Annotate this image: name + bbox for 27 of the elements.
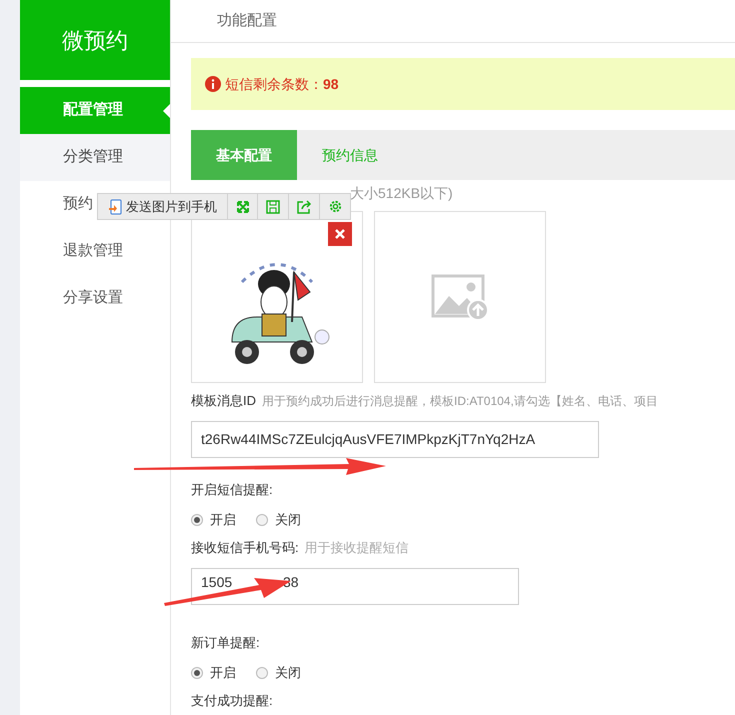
radio-option[interactable]: 开启 xyxy=(191,662,236,682)
input-field[interactable]: t26Rw44IMSc7ZEulcjqAusVFE7IMPkpzKjT7nYq2HzA xyxy=(191,420,599,458)
field-label: 支付成功提醒: xyxy=(191,692,273,710)
radio-option[interactable]: 关闭 xyxy=(256,510,301,530)
image-hint: 大小512KB以下) xyxy=(350,184,453,203)
image-upload-icon xyxy=(431,274,489,320)
field-hint: 用于预约成功后进行消息提醒，模板ID:AT0104,请勾选【姓名、电话、项目 xyxy=(262,392,658,410)
share-icon xyxy=(296,200,312,214)
info-icon xyxy=(205,76,221,92)
close-icon xyxy=(335,229,345,239)
save-icon xyxy=(266,200,280,214)
page-title: 功能配置 xyxy=(217,10,277,31)
expand-icon xyxy=(236,200,248,212)
sms-remaining-text: 短信剩余条数：98 xyxy=(225,74,339,94)
app-logo: 微预约 xyxy=(20,0,170,80)
radio-option[interactable]: 关闭 xyxy=(256,662,301,682)
settings-icon xyxy=(328,199,342,214)
sidebar-item[interactable]: 分类管理 xyxy=(20,134,170,181)
field-label: 接收短信手机号码: xyxy=(191,538,299,557)
delete-image-button[interactable] xyxy=(328,222,352,246)
field-label: 新订单提醒: xyxy=(191,634,260,652)
field-label: 模板消息ID xyxy=(191,392,256,410)
send-to-phone-button[interactable]: 发送图片到手机 xyxy=(98,194,228,219)
phone-send-icon xyxy=(108,198,122,214)
field-hint: 用于接收提醒短信 xyxy=(304,538,409,557)
radio-option[interactable]: 开启 xyxy=(191,510,236,530)
field-label: 开启短信提醒: xyxy=(191,480,273,499)
